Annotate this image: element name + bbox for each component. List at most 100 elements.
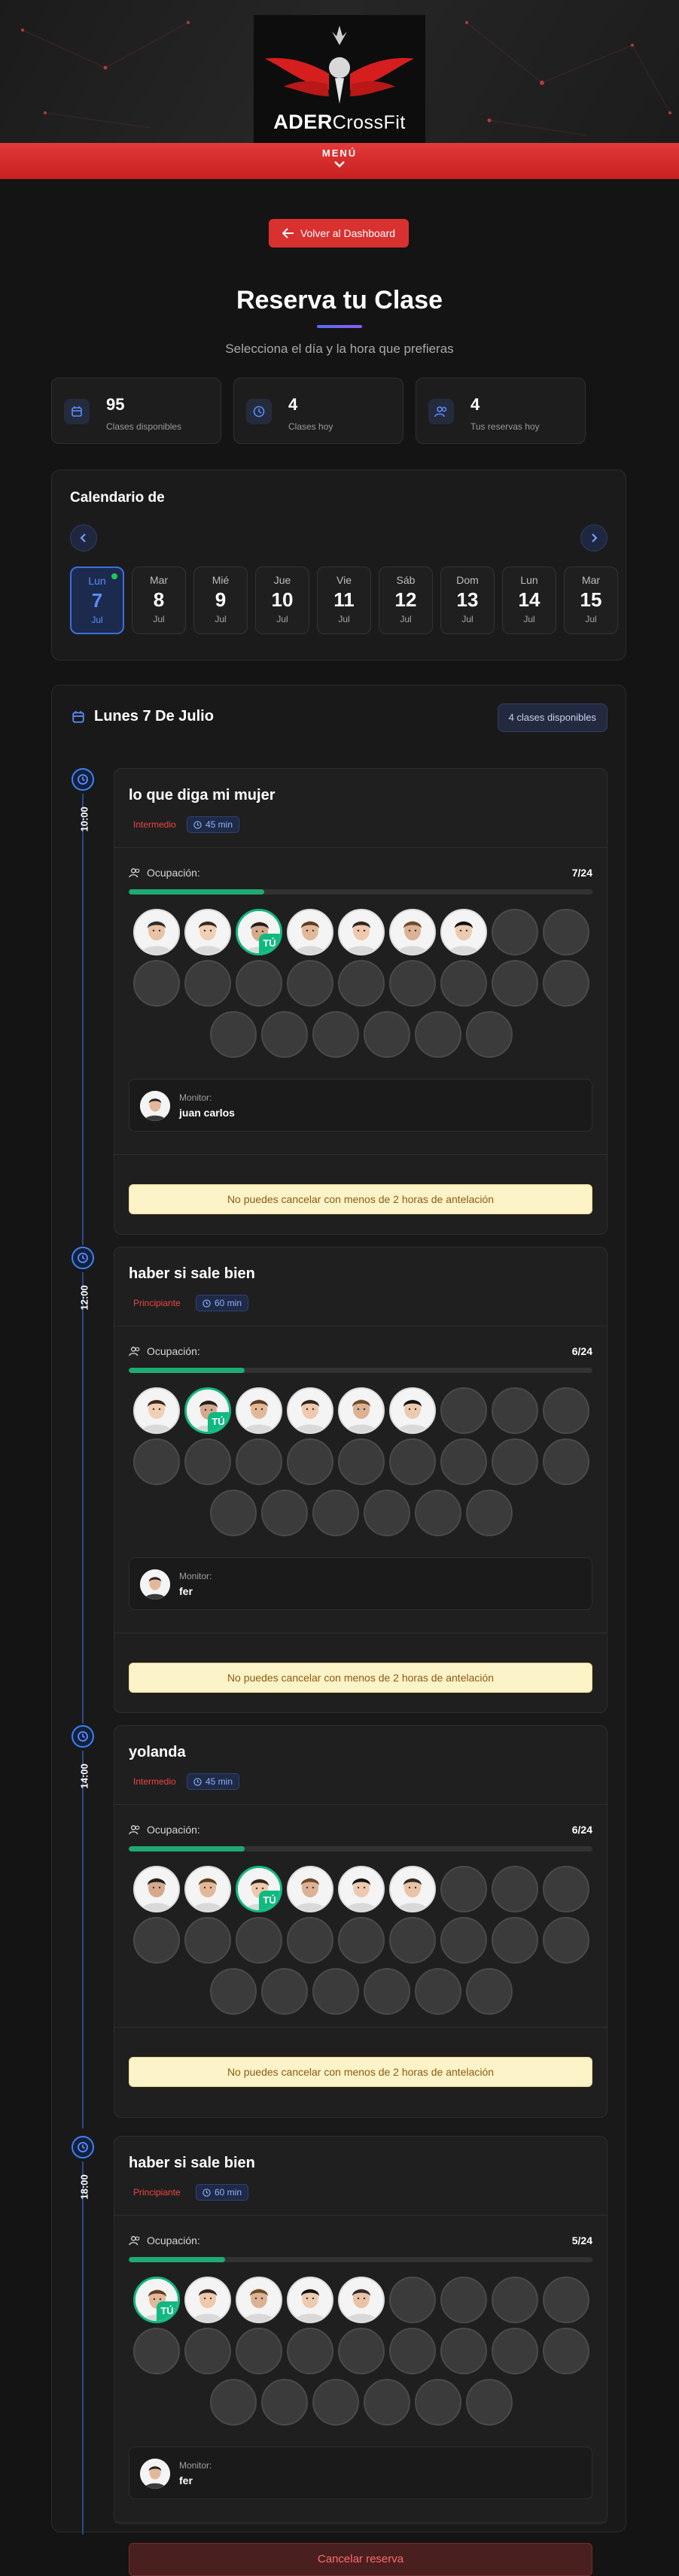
- avatar-photo: [288, 2278, 332, 2322]
- menu-label: MENÚ: [321, 147, 358, 159]
- level-badge: Intermedio: [133, 819, 176, 830]
- calendar-day[interactable]: Lun 14 Jul: [502, 567, 556, 634]
- stat-value: 4: [470, 395, 480, 414]
- logo-text: ADERCrossFit: [273, 111, 406, 133]
- cancel-booking-button[interactable]: Cancelar reserva: [129, 2543, 592, 2576]
- empty-seat: [236, 960, 282, 1007]
- empty-seat: [338, 2328, 385, 2374]
- day-month: Jul: [523, 614, 535, 624]
- class-card: haber si sale bien Principiante 60 min Ocup…: [114, 2136, 607, 2576]
- monitor-box: Monitor: fer: [129, 1557, 592, 1610]
- empty-seat: [210, 2379, 257, 2426]
- occupied-seat: [389, 1866, 436, 1912]
- calendar-day[interactable]: Jue 10 Jul: [255, 567, 309, 634]
- monitor-name: fer: [179, 2474, 193, 2486]
- occupancy-bar-fill: [129, 1368, 245, 1373]
- day-month: Jul: [585, 614, 597, 624]
- next-week-button[interactable]: [580, 524, 607, 551]
- occupied-seat: [184, 1866, 231, 1912]
- empty-seat: [287, 1438, 333, 1485]
- calendar-day[interactable]: Vie 11 Jul: [317, 567, 371, 634]
- menu-toggle[interactable]: MENÚ: [0, 143, 679, 179]
- avatar-photo: [391, 910, 434, 954]
- empty-seat: [236, 1438, 282, 1485]
- empty-seat: [440, 960, 487, 1007]
- calendar-day[interactable]: Dom 13 Jul: [440, 567, 495, 634]
- divider: [114, 2027, 607, 2028]
- occupancy-bar: [129, 1846, 592, 1852]
- occupied-seat: [287, 2277, 333, 2323]
- level-badge: Principiante: [133, 2187, 181, 2198]
- occupied-seat: [236, 1387, 282, 1434]
- avatar-photo: [288, 1389, 332, 1432]
- empty-seat: [466, 1490, 513, 1536]
- calendar-day[interactable]: Mar 15 Jul: [564, 567, 618, 634]
- empty-seat: [415, 1968, 461, 2015]
- class-card: haber si sale bien Principiante 60 min Ocup…: [114, 1247, 607, 1713]
- occupancy-count: 6/24: [571, 1345, 592, 1357]
- stat-card-classes-available: 95 Clases disponibles: [51, 378, 221, 444]
- empty-seat: [543, 960, 589, 1007]
- empty-seat: [543, 1866, 589, 1912]
- cancel-warning: No puedes cancelar con menos de 2 horas …: [129, 1663, 592, 1693]
- empty-seat: [133, 960, 180, 1007]
- stat-label: Tus reservas hoy: [470, 421, 540, 432]
- calendar-day[interactable]: Lun 7 Jul: [70, 567, 124, 634]
- duration-label: 60 min: [215, 2187, 242, 2198]
- clock-icon: [72, 768, 94, 791]
- timeline-line: [82, 2161, 84, 2535]
- occupancy-count: 5/24: [571, 2234, 592, 2246]
- duration-label: 45 min: [206, 819, 233, 830]
- monitor-box: Monitor: fer: [129, 2447, 592, 2499]
- calendar-day[interactable]: Mié 9 Jul: [193, 567, 248, 634]
- class-card: yolanda Intermedio 45 min Ocupación: 6/24 TÚ N…: [114, 1725, 607, 2118]
- calendar-day[interactable]: Mar 8 Jul: [132, 567, 186, 634]
- calendar-day[interactable]: Sáb 12 Jul: [379, 567, 433, 634]
- empty-seat: [236, 2328, 282, 2374]
- occupied-seat: [236, 2277, 282, 2323]
- prev-week-button[interactable]: [70, 524, 97, 551]
- occupancy-bar-fill: [129, 889, 264, 895]
- avatar-photo: [288, 1867, 332, 1911]
- empty-seat: [492, 2277, 538, 2323]
- users-icon: [129, 868, 140, 878]
- empty-seat: [389, 2277, 436, 2323]
- empty-seat: [364, 2379, 410, 2426]
- day-name: Vie: [336, 574, 352, 586]
- logo[interactable]: ADERCrossFit: [254, 15, 425, 143]
- avatar-photo: [391, 1867, 434, 1911]
- empty-seat: [543, 1387, 589, 1434]
- empty-seat: [440, 1866, 487, 1912]
- back-to-dashboard-button[interactable]: Volver al Dashboard: [269, 219, 409, 248]
- empty-seat: [184, 2328, 231, 2374]
- my-seat: TÚ: [184, 1387, 231, 1434]
- day-number: 14: [518, 588, 540, 611]
- occupancy-bar-fill: [129, 2257, 226, 2262]
- class-name: lo que diga mi mujer: [129, 787, 276, 803]
- duration-badge: 45 min: [187, 1773, 240, 1790]
- empty-seat: [338, 960, 385, 1007]
- occupancy-count: 6/24: [571, 1824, 592, 1836]
- avatar-photo: [186, 2278, 230, 2322]
- empty-seat: [184, 1917, 231, 1964]
- empty-seat: [492, 1438, 538, 1485]
- empty-seat: [466, 1968, 513, 2015]
- occupied-seat: [389, 909, 436, 955]
- avatar-photo: [186, 1867, 230, 1911]
- monitor-avatar: [140, 2459, 170, 2489]
- chevron-left-icon: [80, 533, 86, 542]
- day-month: Jul: [276, 614, 288, 624]
- page-title: Reserva tu Clase: [236, 286, 443, 314]
- occupancy-bar: [129, 2257, 592, 2262]
- day-name: Dom: [456, 574, 479, 586]
- empty-seat: [492, 909, 538, 955]
- empty-seat: [184, 960, 231, 1007]
- occupied-seat: [287, 1387, 333, 1434]
- timeline-line: [82, 1751, 84, 2128]
- empty-seat: [236, 1917, 282, 1964]
- occupancy-bar: [129, 889, 592, 895]
- monitor-box: Monitor: juan carlos: [129, 1079, 592, 1132]
- avatar-photo: [135, 1389, 178, 1432]
- divider: [114, 1804, 607, 1805]
- empty-seat: [492, 1917, 538, 1964]
